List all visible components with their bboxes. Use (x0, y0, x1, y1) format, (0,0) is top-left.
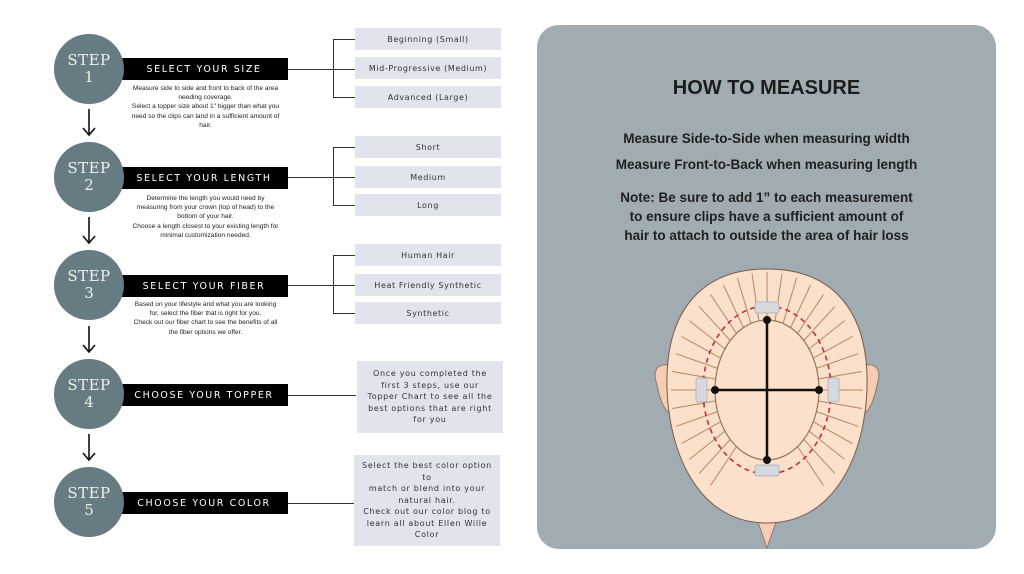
info-line: natural hair. (398, 495, 456, 505)
option-fiber-synthetic[interactable]: Synthetic (355, 302, 501, 324)
step-4-title: CHOOSE YOUR TOPPER (120, 384, 288, 406)
desc-line: measuring from your crown (top of head) … (136, 204, 275, 212)
clip-icon (695, 377, 708, 403)
measure-note-3: hair to attach to outside the area of ha… (624, 228, 909, 243)
step-3-number: 3 (84, 284, 94, 302)
arrow-down-icon (82, 217, 96, 245)
step-5-circle: STEP 5 (54, 467, 124, 537)
clip-icon (827, 377, 840, 403)
info-line: learn all about Ellen Wille (366, 518, 488, 528)
desc-line: Check out our fiber chart to see the ben… (133, 319, 278, 327)
step-3-title: SELECT YOUR FIBER (120, 275, 288, 297)
head-diagram (654, 268, 880, 550)
step-3-description: Based on your lifestyle and what you are… (118, 300, 293, 337)
measure-title: HOW TO MEASURE (672, 77, 861, 99)
desc-line: bottom of your hair. (177, 213, 234, 221)
desc-line: Determine the length you would need by (146, 195, 265, 202)
measure-point-back (763, 456, 771, 464)
how-to-measure-panel: HOW TO MEASURE Measure Side-to-Side when… (537, 25, 996, 550)
measure-point-right (815, 386, 823, 394)
option-length-long[interactable]: Long (355, 194, 501, 216)
info-line: Select the best color option to (362, 461, 492, 482)
info-line: for you (413, 415, 447, 425)
step-1-title: SELECT YOUR SIZE (120, 58, 288, 80)
option-length-medium[interactable]: Medium (355, 166, 501, 188)
clip-icon (754, 464, 780, 477)
desc-line: hair. (199, 121, 212, 129)
desc-line: need so the clips can land in a sufficie… (131, 112, 280, 120)
desc-line: minimal customization needed. (160, 231, 251, 239)
step-1-circle: STEP 1 (54, 34, 124, 104)
step-4-circle: STEP 4 (54, 359, 124, 429)
measure-point-left (711, 386, 719, 394)
measure-note-1: Note: Be sure to add 1” to each measurem… (620, 190, 913, 205)
branch-tick (333, 147, 355, 149)
measure-length-rule: Measure Front-to-Back when measuring len… (615, 157, 918, 172)
step-5-number: 5 (84, 501, 94, 519)
measure-width-rule: Measure Side-to-Side when measuring widt… (623, 131, 910, 146)
desc-line: Select a topper size about 1" bigger tha… (131, 103, 280, 111)
info-line: best options that are right (368, 403, 492, 413)
step-4-connector (288, 395, 356, 397)
step-5-connector (288, 503, 354, 505)
info-line: Color (414, 530, 440, 540)
branch-tick (333, 97, 355, 99)
desc-line: for, select the fiber that is right for … (149, 310, 262, 318)
measure-note-2: to ensure clips have a sufficient amount… (629, 209, 904, 224)
desc-line: Based on your lifestyle and what you are… (134, 301, 277, 308)
step-1-description: Measure side to side and front to back o… (118, 84, 293, 130)
option-size-medium[interactable]: Mid-Progressive (Medium) (355, 57, 501, 79)
info-line: Check out our color blog to (363, 507, 491, 517)
step-3-connector (288, 285, 333, 287)
info-line: first 3 steps, use our (381, 380, 479, 390)
step-5-title: CHOOSE YOUR COLOR (120, 492, 288, 514)
arrow-down-icon (82, 434, 96, 462)
step-2-title: SELECT YOUR LENGTH (120, 167, 288, 189)
step-1-word: STEP (67, 50, 111, 69)
branch-tick (333, 205, 355, 207)
option-fiber-heat-friendly[interactable]: Heat Friendly Synthetic (355, 274, 501, 296)
step-3-word: STEP (67, 266, 111, 285)
step-1-connector (288, 69, 333, 71)
step-1-number: 1 (84, 68, 94, 86)
step-2-number: 2 (84, 176, 94, 194)
step-4-word: STEP (67, 375, 111, 394)
info-line: Topper Chart to see all the (367, 392, 493, 402)
step-4-number: 4 (84, 393, 94, 411)
arrow-down-icon (82, 109, 96, 137)
step-2-connector (288, 177, 333, 179)
branch-tick (333, 39, 355, 41)
desc-line: needing coverage. (178, 94, 233, 102)
measure-point-front (763, 316, 771, 324)
arrow-down-icon (82, 326, 96, 354)
step-2-word: STEP (67, 158, 111, 177)
step-2-circle: STEP 2 (54, 142, 124, 212)
branch-tick (333, 285, 355, 287)
step-3-circle: STEP 3 (54, 250, 124, 320)
branch-tick (333, 255, 355, 257)
branch-tick (333, 177, 355, 179)
desc-line: Choose a length closest to your existing… (132, 222, 279, 230)
option-size-large[interactable]: Advanced (Large) (355, 86, 501, 108)
desc-line: Measure side to side and front to back o… (132, 85, 279, 92)
desc-line: the fiber options we offer. (168, 328, 243, 336)
step-4-info-box[interactable]: Once you completed the first 3 steps, us… (357, 361, 503, 433)
clip-icon (754, 301, 780, 314)
branch-tick (333, 313, 355, 315)
info-line: match or blend into your (368, 484, 486, 494)
step-2-description: Determine the length you would need by m… (118, 194, 293, 240)
branch-tick (333, 69, 355, 71)
step-5-word: STEP (67, 483, 111, 502)
option-size-small[interactable]: Beginning (Small) (355, 28, 501, 50)
option-fiber-human[interactable]: Human Hair (355, 244, 501, 266)
info-line: Once you completed the (373, 369, 487, 379)
option-length-short[interactable]: Short (355, 136, 501, 158)
step-5-info-box[interactable]: Select the best color option to match or… (354, 455, 500, 546)
